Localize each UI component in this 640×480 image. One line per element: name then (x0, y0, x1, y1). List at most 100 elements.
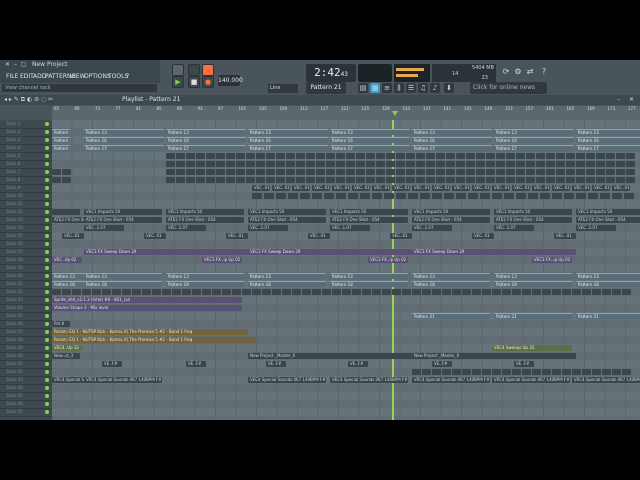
playlist-clip[interactable] (336, 193, 346, 199)
playlist-clip[interactable] (246, 169, 255, 175)
playlist-clip[interactable] (606, 169, 615, 175)
playlist-clip[interactable] (226, 161, 235, 167)
playlist-clip[interactable]: VEC..01 (226, 233, 248, 239)
playlist-clip[interactable] (426, 169, 435, 175)
playlist-clip[interactable] (512, 369, 521, 375)
tempo-tap-icon[interactable]: ♪ (430, 83, 440, 93)
playlist-clip[interactable] (312, 289, 321, 295)
playlist-clip[interactable] (576, 193, 586, 199)
playlist-clip[interactable] (216, 153, 225, 159)
playlist-clip[interactable] (452, 369, 461, 375)
playlist-clip[interactable] (236, 177, 245, 183)
playlist-clip[interactable] (376, 169, 385, 175)
playlist-clip[interactable] (362, 289, 371, 295)
playlist-clip[interactable] (296, 161, 305, 167)
playlist-clip[interactable]: New..ct_3 (52, 353, 80, 359)
playlist-clip[interactable] (386, 153, 395, 159)
playlist-clip[interactable] (336, 153, 345, 159)
news-ticker[interactable]: Click for online news (470, 82, 547, 94)
playlist-clip[interactable] (516, 169, 525, 175)
playlist-clip[interactable]: Pattern 13 (330, 129, 410, 135)
track-mute-led[interactable] (45, 250, 49, 254)
playlist-clip[interactable] (216, 161, 225, 167)
playlist-clip[interactable] (536, 153, 545, 159)
playlist-clip[interactable] (526, 161, 535, 167)
playlist-clip[interactable]: VEC1 Impacts 50 (248, 209, 326, 215)
playlist-clip[interactable]: VEC..01 (452, 185, 470, 191)
playlist-clip[interactable] (502, 369, 511, 375)
playlist-clip[interactable]: VE..F# (514, 361, 534, 367)
playlist-clip[interactable] (226, 177, 235, 183)
playlist-clip[interactable] (356, 161, 365, 167)
playlist-clip[interactable] (222, 289, 231, 295)
playlist-clip[interactable]: VE..F# (266, 361, 286, 367)
playlist-clip[interactable]: VEC..01 (492, 185, 510, 191)
playlist-clip[interactable] (348, 193, 358, 199)
playlist-clip[interactable] (202, 289, 211, 295)
playlist-clip[interactable] (396, 161, 405, 167)
playlist-clip[interactable] (336, 177, 345, 183)
playlist-clip[interactable] (262, 289, 271, 295)
playlist-clip[interactable] (206, 153, 215, 159)
playlist-clip[interactable] (596, 153, 605, 159)
playlist-clip[interactable] (232, 289, 241, 295)
playlist-clip[interactable] (196, 177, 205, 183)
playlist-clip[interactable] (444, 193, 454, 199)
playlist-clip[interactable] (206, 161, 215, 167)
playlist-clip[interactable] (52, 177, 61, 183)
playlist-clip[interactable] (416, 153, 425, 159)
track-mute-led[interactable] (45, 338, 49, 342)
track-mute-led[interactable] (45, 402, 49, 406)
playlist-clip[interactable] (286, 161, 295, 167)
playlist-clip[interactable] (436, 169, 445, 175)
track-mute-led[interactable] (45, 130, 49, 134)
playlist-clip[interactable] (552, 369, 561, 375)
playlist-clip[interactable] (446, 153, 455, 159)
playlist-clip[interactable] (462, 289, 471, 295)
playlist-clip[interactable] (356, 169, 365, 175)
playlist-clip[interactable] (456, 169, 465, 175)
playlist-clip[interactable] (606, 177, 615, 183)
playlist-icon[interactable]: ▤ (358, 83, 368, 93)
playlist-clip[interactable] (588, 193, 598, 199)
play-icon[interactable]: ▶ (172, 76, 184, 88)
playlist-clip[interactable] (566, 169, 575, 175)
track-header[interactable]: Track 37 (0, 408, 52, 417)
playlist-clip[interactable] (476, 177, 485, 183)
track-mute-led[interactable] (45, 346, 49, 350)
playlist-clip[interactable]: VEC1 Impacts 50 (84, 209, 162, 215)
playlist-clip[interactable]: VEC..01 (552, 185, 570, 191)
snap-selector[interactable]: Line (268, 84, 298, 93)
playlist-clip[interactable] (402, 289, 411, 295)
playlist-clip[interactable] (272, 289, 281, 295)
playlist-clip[interactable] (516, 177, 525, 183)
pat-song-toggle[interactable] (172, 64, 184, 76)
playlist-clip[interactable] (546, 169, 555, 175)
playlist-clip[interactable]: VEC..1.07 (166, 225, 206, 231)
playlist-clip[interactable] (336, 161, 345, 167)
playlist-clip[interactable] (352, 289, 361, 295)
playlist-clip[interactable] (456, 153, 465, 159)
playlist-clip[interactable] (286, 177, 295, 183)
playlist-clip[interactable]: Pattern 13 (84, 273, 162, 279)
playlist-clip[interactable] (526, 177, 535, 183)
playlist-clip[interactable] (556, 153, 565, 159)
track-mute-led[interactable] (45, 186, 49, 190)
menu-file[interactable]: FILE (6, 71, 18, 82)
playlist-tools-icon[interactable]: ◂ ▸ ✎ ⧉ ◐ ⊘ ◌ ✂ (4, 96, 53, 104)
playlist-clip[interactable] (522, 289, 531, 295)
playlist-clip[interactable]: VEC1 Impacts 50 (166, 209, 244, 215)
playlist-clip[interactable] (376, 153, 385, 159)
playlist-clip[interactable]: ATE2 FX One Shot - 054 (248, 217, 326, 223)
playlist-clip[interactable] (476, 161, 485, 167)
playlist-clip[interactable] (492, 289, 501, 295)
playlist-clip[interactable]: VEC..01 (532, 185, 550, 191)
playlist-clip[interactable]: Pattern 16 (52, 137, 70, 143)
playlist-clip[interactable] (182, 289, 191, 295)
playlist-clip[interactable] (532, 289, 541, 295)
playlist-clip[interactable]: Pattern 16 (166, 137, 246, 143)
playlist-clip[interactable]: Pattern 17 (494, 145, 574, 151)
playlist-clip[interactable]: VEC..01 (432, 185, 450, 191)
playlist-clip[interactable]: Pattern 13 (576, 273, 640, 279)
playlist-clip[interactable] (300, 193, 310, 199)
